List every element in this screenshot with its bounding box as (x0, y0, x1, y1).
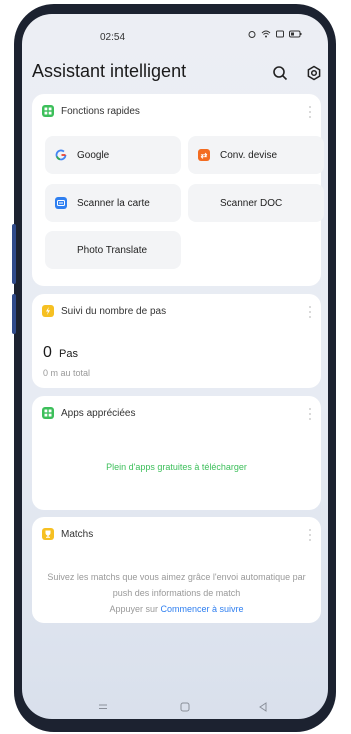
google-icon (55, 149, 67, 161)
navigation-bar (22, 695, 328, 719)
matches-info: Suivez les matchs que vous aimez grâce l… (47, 572, 306, 598)
tile-label: Google (77, 149, 110, 161)
tile-label: Scanner DOC (220, 197, 283, 209)
card-scan-icon (55, 197, 67, 209)
menu-icon[interactable] (98, 702, 108, 712)
battery-icon (289, 30, 302, 38)
matches-description: Suivez les matchs que vous aimez grâce l… (46, 569, 307, 617)
tile-label: Scanner la carte (77, 197, 150, 209)
tile-google[interactable]: Google (45, 136, 181, 174)
tile-doc-scanner[interactable]: Scanner DOC (188, 184, 324, 222)
alarm-icon (248, 31, 256, 38)
card-title: Apps appréciées (61, 407, 136, 419)
more-icon[interactable] (308, 408, 311, 420)
search-icon[interactable] (272, 65, 288, 81)
photo-translate-icon (55, 244, 67, 256)
step-count: 0 (43, 344, 52, 361)
tile-photo-translate[interactable]: Photo Translate (45, 231, 181, 269)
total-distance: 0 m au total (43, 368, 91, 378)
header: Assistant intelligent (22, 58, 328, 88)
gear-icon[interactable] (306, 65, 322, 81)
steps-icon (42, 305, 54, 317)
currency-convert-icon: ⇄ (198, 149, 210, 161)
card-title: Suivi du nombre de pas (61, 305, 167, 317)
tile-card-scanner[interactable]: Scanner la carte (45, 184, 181, 222)
trophy-icon (42, 528, 54, 540)
free-apps-link[interactable]: Plein d'apps gratuites à télécharger (32, 462, 321, 472)
status-bar: 02:54 (22, 14, 328, 48)
tile-label: Photo Translate (77, 244, 148, 256)
card-title: Matchs (61, 528, 94, 540)
card-title: Fonctions rapides (61, 105, 140, 117)
page-title: Assistant intelligent (32, 61, 187, 81)
matches-prompt: Appuyer sur (109, 604, 158, 614)
matches-prompt-line: Appuyer sur Commencer à suivre (46, 601, 307, 617)
tile-label: Conv. devise (220, 149, 278, 161)
start-following-link[interactable]: Commencer à suivre (161, 604, 244, 614)
back-icon[interactable] (258, 702, 268, 712)
status-time: 02:54 (100, 32, 126, 43)
grid-icon (42, 105, 54, 117)
recommended-apps-card: Apps appréciées Plein d'apps gratuites à… (32, 396, 321, 510)
power-button (12, 294, 16, 334)
more-icon[interactable] (308, 529, 311, 541)
matches-card: Matchs Suivez les matchs que vous aimez … (32, 517, 321, 623)
home-icon[interactable] (180, 702, 190, 712)
quick-functions-card: Fonctions rapides Google ⇄ Conv. devise … (32, 94, 324, 286)
wifi-icon (261, 30, 271, 38)
more-icon[interactable] (308, 106, 311, 118)
step-counter-card[interactable]: Suivi du nombre de pas 0 Pas 0 m au tota… (32, 294, 321, 388)
tile-currency-converter[interactable]: ⇄ Conv. devise (188, 136, 324, 174)
step-unit: Pas (59, 348, 78, 360)
doc-scan-icon (198, 197, 210, 209)
apps-icon (42, 407, 54, 419)
sim-icon (276, 30, 284, 38)
more-icon[interactable] (308, 306, 311, 318)
volume-button (12, 224, 16, 284)
screen: 02:54 Assistant intelligent Fonctions ra… (22, 14, 328, 719)
